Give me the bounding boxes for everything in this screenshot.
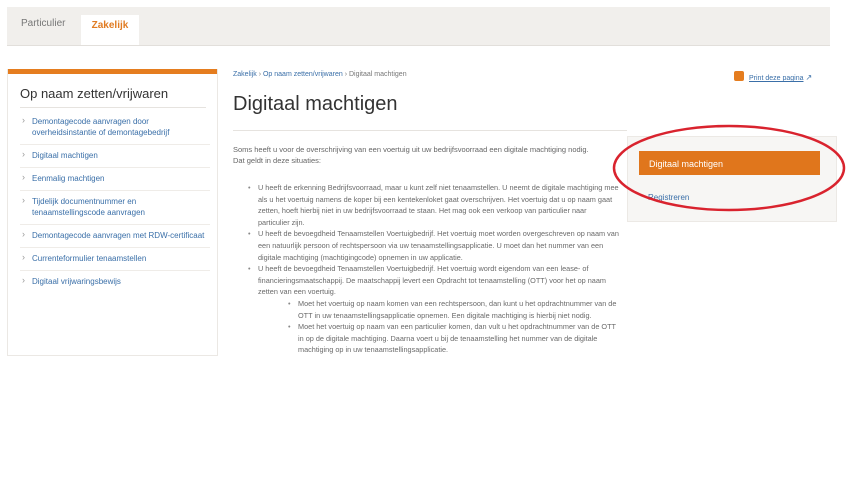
- tab-zakelijk[interactable]: Zakelijk: [81, 15, 139, 45]
- breadcrumb-separator: ›: [258, 71, 262, 78]
- sub-list: Moet het voertuig op naam komen van een …: [258, 298, 620, 356]
- external-link-icon: ↗: [805, 73, 813, 82]
- page-title: Digitaal machtigen: [233, 93, 398, 115]
- list-item: U heeft de bevoegdheid Tenaamstellen Voe…: [248, 228, 620, 263]
- sidebar-item-demontagecode-rdw[interactable]: Demontagecode aanvragen met RDW-certific…: [20, 225, 210, 248]
- list-item: U heeft de erkenning Bedrijfsvoorraad, m…: [248, 182, 620, 228]
- list-item-text: U heeft de erkenning Bedrijfsvoorraad, m…: [258, 183, 619, 227]
- sidebar-item-tijdelijk-documentnummer[interactable]: Tijdelijk documentnummer en tenaamstelli…: [20, 191, 210, 225]
- sidebar-list: Demontagecode aanvragen door overheidsin…: [20, 111, 210, 293]
- printer-icon[interactable]: [734, 71, 744, 81]
- divider: [20, 107, 206, 108]
- sidebar-item-vrijwaringsbewijs[interactable]: Digitaal vrijwaringsbewijs: [20, 271, 210, 293]
- sidebar-item-currenteformulier[interactable]: Currenteformulier tenaamstellen: [20, 248, 210, 271]
- breadcrumb-separator: ›: [344, 71, 348, 78]
- breadcrumb-item-zakelijk[interactable]: Zakelijk: [233, 71, 257, 78]
- list-item-text: U heeft de bevoegdheid Tenaamstellen Voe…: [258, 264, 606, 297]
- breadcrumb: Zakelijk › Op naam zetten/vrijwaren › Di…: [233, 71, 407, 78]
- list-item: U heeft de bevoegdheid Tenaamstellen Voe…: [248, 263, 620, 356]
- sidebar: Op naam zetten/vrijwaren Demontagecode a…: [7, 69, 218, 356]
- digitaal-machtigen-button[interactable]: Digitaal machtigen: [639, 151, 820, 175]
- sidebar-item-demontagecode-overheid[interactable]: Demontagecode aanvragen door overheidsin…: [20, 111, 210, 145]
- sidebar-item-digitaal-machtigen[interactable]: Digitaal machtigen: [20, 145, 210, 168]
- sidebar-title: Op naam zetten/vrijwaren: [20, 86, 169, 101]
- sub-list-item: Moet het voertuig op naam van een partic…: [288, 321, 620, 356]
- breadcrumb-item-current: Digitaal machtigen: [349, 71, 407, 78]
- situation-list: U heeft de erkenning Bedrijfsvoorraad, m…: [248, 182, 620, 356]
- sub-list-item: Moet het voertuig op naam komen van een …: [288, 298, 620, 321]
- print-link[interactable]: Print deze pagina ↗: [749, 73, 812, 82]
- intro-paragraph: Soms heeft u voor de overschrijving van …: [233, 145, 589, 165]
- action-box: Digitaal machtigen Registreren: [627, 136, 837, 222]
- sidebar-accent-bar: [8, 69, 217, 74]
- divider: [233, 130, 627, 131]
- print-link-label: Print deze pagina: [749, 75, 804, 82]
- sidebar-item-eenmalig-machtigen[interactable]: Eenmalig machtigen: [20, 168, 210, 191]
- top-tab-bar: Particulier Zakelijk: [7, 7, 830, 46]
- list-item-text: U heeft de bevoegdheid Tenaamstellen Voe…: [258, 229, 619, 262]
- breadcrumb-item-op-naam-zetten[interactable]: Op naam zetten/vrijwaren: [263, 71, 343, 78]
- registreren-link[interactable]: Registreren: [648, 193, 689, 202]
- tab-particulier[interactable]: Particulier: [21, 18, 65, 29]
